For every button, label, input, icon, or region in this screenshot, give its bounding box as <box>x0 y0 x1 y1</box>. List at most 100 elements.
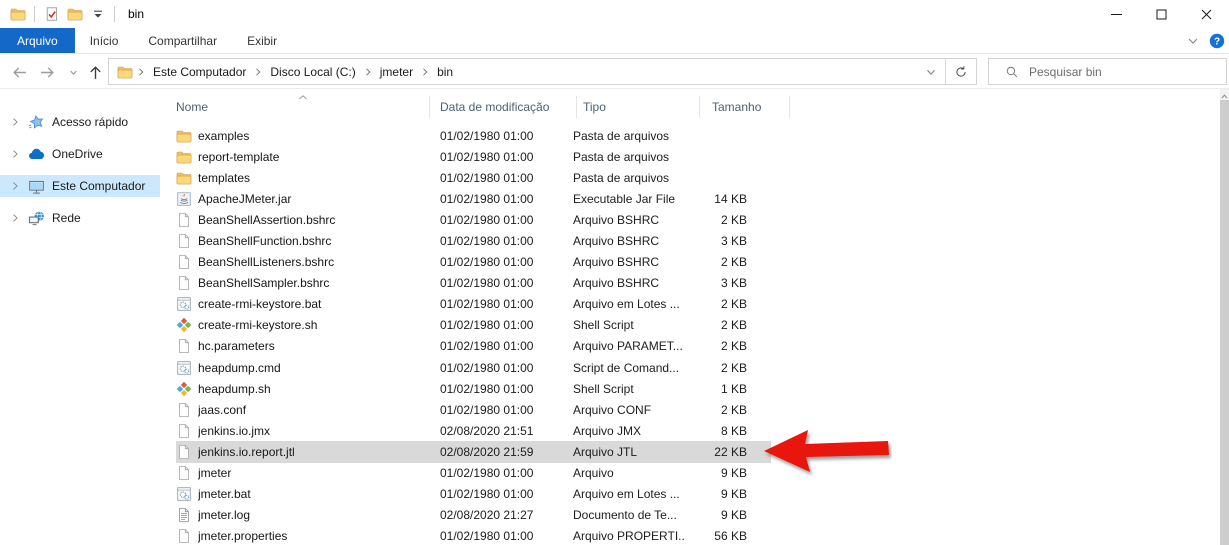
address-dropdown-chevron-icon[interactable] <box>924 65 938 79</box>
tab-inicio[interactable]: Início <box>75 28 134 53</box>
file-row[interactable]: BeanShellListeners.bshrc01/02/1980 01:00… <box>176 252 771 273</box>
file-icon <box>176 338 192 354</box>
window-title: bin <box>128 7 144 21</box>
file-row[interactable]: BeanShellSampler.bshrc01/02/1980 01:00Ar… <box>176 273 771 294</box>
date-modified: 01/02/1980 01:00 <box>430 466 567 480</box>
ribbon-tab-bar: ArquivoInícioCompartilharExibir ? <box>0 28 1229 54</box>
minimize-button[interactable] <box>1094 0 1139 28</box>
breadcrumb-item[interactable]: Disco Local (C:) <box>264 63 361 81</box>
sidebar-item-acesso-ra-pido[interactable]: Acesso rápido <box>0 111 160 133</box>
properties-icon[interactable] <box>43 6 60 23</box>
column-header-tipo[interactable]: Tipo <box>577 96 700 118</box>
tab-exibir[interactable]: Exibir <box>232 28 292 53</box>
file-row[interactable]: BeanShellAssertion.bshrc01/02/1980 01:00… <box>176 209 771 230</box>
bat-icon <box>176 486 192 502</box>
refresh-icon[interactable] <box>945 59 976 84</box>
titlebar-separator <box>34 6 35 22</box>
file-name: BeanShellFunction.bshrc <box>198 234 430 248</box>
date-modified: 01/02/1980 01:00 <box>430 192 567 206</box>
file-row[interactable]: jmeter.properties01/02/1980 01:00Arquivo… <box>176 526 771 545</box>
address-bar[interactable]: Este Computador Disco Local (C:) jmeter bin <box>108 58 977 85</box>
close-button[interactable] <box>1184 0 1229 28</box>
file-size: 3 KB <box>684 234 751 248</box>
sidebar-item-onedrive[interactable]: OneDrive <box>0 143 160 165</box>
file-row[interactable]: templates01/02/1980 01:00Pasta de arquiv… <box>176 167 771 188</box>
forward-button[interactable] <box>36 61 58 83</box>
breadcrumb-item[interactable]: bin <box>431 63 459 81</box>
maximize-button[interactable] <box>1139 0 1184 28</box>
expand-chevron-icon[interactable] <box>9 180 21 192</box>
search-input[interactable] <box>1029 65 1218 79</box>
file-row[interactable]: report-template01/02/1980 01:00Pasta de … <box>176 146 771 167</box>
date-modified: 02/08/2020 21:59 <box>430 445 567 459</box>
file-size: 1 KB <box>684 382 751 396</box>
file-type: Arquivo BSHRC <box>567 276 684 290</box>
column-header-label: Nome <box>176 100 208 114</box>
file-row[interactable]: create-rmi-keystore.sh01/02/1980 01:00Sh… <box>176 315 771 336</box>
network-icon <box>28 210 45 227</box>
column-header-label: Data de modificação <box>440 100 549 114</box>
file-row[interactable]: jenkins.io.jmx02/08/2020 21:51Arquivo JM… <box>176 420 771 441</box>
column-header-data-de-modificac-a-o[interactable]: Data de modificação <box>430 96 577 118</box>
file-row[interactable]: jaas.conf01/02/1980 01:00Arquivo CONF2 K… <box>176 399 771 420</box>
date-modified: 01/02/1980 01:00 <box>430 213 567 227</box>
file-name: templates <box>198 171 430 185</box>
address-folder-icon <box>117 64 133 80</box>
file-row[interactable]: jmeter01/02/1980 01:00Arquivo9 KB <box>176 463 771 484</box>
breadcrumb-item[interactable]: Este Computador <box>147 63 252 81</box>
tab-compartilhar[interactable]: Compartilhar <box>133 28 232 53</box>
expand-chevron-icon[interactable] <box>9 148 21 160</box>
file-row[interactable]: jmeter.log02/08/2020 21:27Documento de T… <box>176 505 771 526</box>
file-name: ApacheJMeter.jar <box>198 192 430 206</box>
file-type: Script de Comand... <box>567 361 684 375</box>
file-icon <box>176 444 192 460</box>
file-row[interactable]: jenkins.io.report.jtl02/08/2020 21:59Arq… <box>176 441 771 462</box>
tab-arquivo[interactable]: Arquivo <box>0 28 75 53</box>
collapse-ribbon-icon[interactable] <box>1185 33 1201 49</box>
column-header-label: Tamanho <box>712 100 761 114</box>
file-size: 9 KB <box>684 508 751 522</box>
scroll-up-icon[interactable] <box>1220 90 1229 99</box>
file-row[interactable]: jmeter.bat01/02/1980 01:00Arquivo em Lot… <box>176 484 771 505</box>
folder-icon <box>9 6 26 23</box>
expand-chevron-icon[interactable] <box>9 116 21 128</box>
breadcrumb-item[interactable]: jmeter <box>374 63 419 81</box>
scrollbar-thumb[interactable] <box>1220 100 1229 545</box>
column-header-tamanho[interactable]: Tamanho <box>700 96 790 118</box>
title-bar: bin <box>0 0 1229 28</box>
customize-quick-access-icon[interactable] <box>89 6 106 23</box>
file-row[interactable]: create-rmi-keystore.bat01/02/1980 01:00A… <box>176 294 771 315</box>
date-modified: 02/08/2020 21:27 <box>430 508 567 522</box>
sidebar-item-este-computador[interactable]: Este Computador <box>0 175 160 197</box>
file-row[interactable]: heapdump.cmd01/02/1980 01:00Script de Co… <box>176 357 771 378</box>
date-modified: 01/02/1980 01:00 <box>430 318 567 332</box>
file-name: create-rmi-keystore.sh <box>198 318 430 332</box>
help-icon[interactable]: ? <box>1209 33 1225 49</box>
file-name: heapdump.sh <box>198 382 430 396</box>
date-modified: 01/02/1980 01:00 <box>430 487 567 501</box>
up-button[interactable] <box>84 61 106 83</box>
file-type: Arquivo PROPERTI... <box>567 529 684 543</box>
column-header-nome[interactable]: Nome <box>176 96 430 118</box>
file-type: Pasta de arquivos <box>567 129 684 143</box>
back-button[interactable] <box>8 61 30 83</box>
vertical-scrollbar[interactable] <box>1220 89 1229 545</box>
file-row[interactable]: examples01/02/1980 01:00Pasta de arquivo… <box>176 125 771 146</box>
breadcrumb-chevron-icon <box>135 66 147 78</box>
file-size: 3 KB <box>684 276 751 290</box>
file-row[interactable]: heapdump.sh01/02/1980 01:00Shell Script1… <box>176 378 771 399</box>
sh-icon <box>176 381 192 397</box>
file-name: jmeter.properties <box>198 529 430 543</box>
file-row[interactable]: ApacheJMeter.jar01/02/1980 01:00Executab… <box>176 188 771 209</box>
expand-chevron-icon[interactable] <box>9 212 21 224</box>
file-row[interactable]: BeanShellFunction.bshrc01/02/1980 01:00A… <box>176 230 771 251</box>
sidebar-item-rede[interactable]: Rede <box>0 207 160 229</box>
date-modified: 01/02/1980 01:00 <box>430 382 567 396</box>
date-modified: 01/02/1980 01:00 <box>430 255 567 269</box>
new-folder-icon[interactable] <box>66 6 83 23</box>
recent-locations-chevron-icon[interactable] <box>62 61 84 83</box>
file-icon <box>176 254 192 270</box>
file-row[interactable]: hc.parameters01/02/1980 01:00Arquivo PAR… <box>176 336 771 357</box>
file-name: jmeter <box>198 466 430 480</box>
cloud-icon <box>28 146 45 163</box>
